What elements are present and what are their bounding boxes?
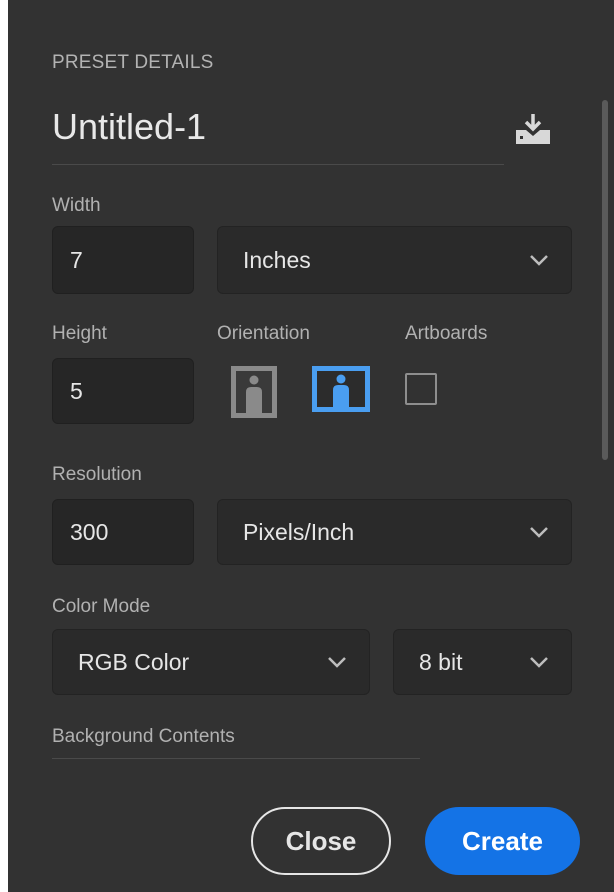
width-unit-value: Inches <box>243 246 311 273</box>
resolution-unit-value: Pixels/Inch <box>243 518 355 545</box>
resolution-label: Resolution <box>52 464 142 485</box>
close-button[interactable]: Close <box>251 807 391 875</box>
scrollbar-thumb[interactable] <box>602 100 608 460</box>
chevron-down-icon <box>530 255 548 266</box>
width-unit-dropdown[interactable]: Inches <box>217 226 572 294</box>
bit-depth-value: 8 bit <box>419 648 463 675</box>
artboards-label: Artboards <box>405 323 488 344</box>
bit-depth-dropdown[interactable]: 8 bit <box>393 629 572 695</box>
chevron-down-icon <box>530 527 548 538</box>
preset-details-panel: PRESET DETAILS Untitled-1 Width 7 Inches… <box>8 0 614 892</box>
portrait-orientation-icon[interactable] <box>230 365 278 424</box>
resolution-input[interactable]: 300 <box>52 499 194 565</box>
save-preset-icon[interactable] <box>514 112 552 146</box>
landscape-orientation-icon[interactable] <box>311 365 371 418</box>
orientation-label: Orientation <box>217 323 310 344</box>
width-input[interactable]: 7 <box>52 226 194 294</box>
color-mode-label: Color Mode <box>52 596 151 617</box>
resolution-unit-dropdown[interactable]: Pixels/Inch <box>217 499 572 565</box>
chevron-down-icon <box>530 657 548 668</box>
background-contents-divider <box>52 758 420 759</box>
chevron-down-icon <box>328 657 346 668</box>
color-mode-value: RGB Color <box>78 648 190 675</box>
color-mode-dropdown[interactable]: RGB Color <box>52 629 370 695</box>
section-title: PRESET DETAILS <box>52 52 214 73</box>
height-input[interactable]: 5 <box>52 358 194 424</box>
document-name-field[interactable]: Untitled-1 <box>52 106 504 165</box>
create-button[interactable]: Create <box>425 807 580 875</box>
artboards-checkbox[interactable] <box>405 373 437 405</box>
width-label: Width <box>52 195 101 216</box>
background-contents-label: Background Contents <box>52 726 235 747</box>
height-label: Height <box>52 323 107 344</box>
